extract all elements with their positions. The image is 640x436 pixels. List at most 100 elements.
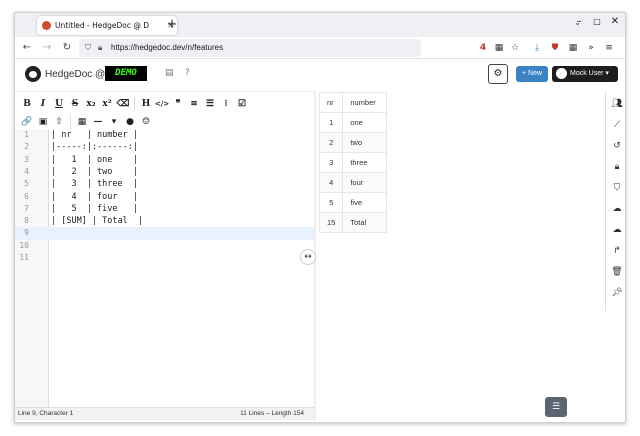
- url-text: https://hedgedoc.dev/n/features: [111, 43, 224, 52]
- gear-icon: ⚙: [493, 68, 503, 79]
- code-line[interactable]: 5 | 3 | three |: [15, 178, 314, 190]
- table-row: 4 four: [318, 172, 388, 193]
- italic-button[interactable]: I: [35, 96, 51, 112]
- ordered-list-button[interactable]: ☰: [202, 96, 218, 112]
- horizontal-rule-button[interactable]: —: [90, 114, 106, 130]
- code-line[interactable]: 2 |-----:|:------:|: [15, 141, 314, 153]
- line-number: 2: [24, 142, 29, 152]
- brand-name[interactable]: HedgeDoc @: [45, 69, 105, 80]
- line-number: 4: [24, 166, 29, 176]
- pin-icon[interactable]: 📌︎: [607, 283, 625, 303]
- line-number: 3: [24, 154, 29, 164]
- heading-button[interactable]: H: [138, 96, 154, 112]
- code-line[interactable]: 8 | [SUM] | Total |: [15, 215, 314, 227]
- hamburger-menu-icon[interactable]: ≡: [603, 41, 615, 55]
- subscript-button[interactable]: x₂: [83, 96, 99, 112]
- ublock-icon[interactable]: ⛊: [549, 41, 561, 55]
- checklist-button[interactable]: ☑: [234, 96, 250, 112]
- share-icon[interactable]: ↱: [607, 241, 625, 261]
- unordered-list-button[interactable]: ≡: [186, 96, 202, 112]
- code-editor[interactable]: 1 | nr | number | 2 |-----:|:------:| 3 | 1…: [15, 129, 314, 412]
- code-line[interactable]: 11: [15, 252, 314, 264]
- code-line[interactable]: 6 | 4 | four |: [15, 191, 314, 203]
- tags-icon[interactable]: ⛉: [607, 178, 625, 198]
- users-icon[interactable]: 👥︎: [607, 94, 625, 114]
- strikethrough-button[interactable]: S: [67, 96, 83, 112]
- table-cell: 3: [318, 152, 344, 173]
- download-icon[interactable]: ⤓: [531, 41, 543, 55]
- reload-icon[interactable]: ↻: [59, 40, 75, 56]
- avatar: [556, 67, 567, 79]
- sidebar-rail: 👥︎ ⟋ ↺ 🔒︎ ⛉ ☁ ☁ ↱ 🗑︎ 📌︎: [605, 91, 625, 311]
- maximize-icon[interactable]: □: [589, 17, 605, 26]
- code-button[interactable]: </>: [154, 96, 170, 112]
- line-text: | nr | number |: [51, 130, 138, 140]
- superscript-button[interactable]: x²: [99, 96, 115, 112]
- indent-button[interactable]: ⁝: [218, 96, 234, 112]
- code-line[interactable]: 3 | 1 | one |: [15, 154, 314, 166]
- extensions-grid-icon[interactable]: ▦: [493, 41, 505, 55]
- settings-button[interactable]: ⚙: [488, 64, 508, 84]
- rendered-table: nr number 1 one 2 two 3 three 4 four 5 five 1…: [318, 92, 388, 233]
- eraser-button[interactable]: ⌫: [115, 96, 131, 112]
- table-row: 2 two: [318, 132, 388, 153]
- plus-icon: +: [521, 70, 527, 77]
- extension-badge-icon[interactable]: 4: [477, 41, 489, 55]
- new-tab-button[interactable]: +: [165, 17, 179, 33]
- line-number: 10: [19, 240, 29, 250]
- line-number: 1: [24, 130, 29, 139]
- toolbar-divider: [70, 115, 71, 129]
- split-resize-handle[interactable]: ↔: [300, 249, 316, 265]
- quote-button[interactable]: ❞: [170, 96, 186, 112]
- code-line[interactable]: 4 | 2 | two |: [15, 166, 314, 178]
- underline-button[interactable]: U: [51, 96, 67, 112]
- code-line[interactable]: 10: [15, 240, 314, 252]
- table-row: 3 three: [318, 152, 388, 173]
- history-icon[interactable]: ↺: [607, 136, 625, 156]
- table-cell: two: [342, 132, 388, 153]
- containers-icon[interactable]: ▦: [567, 41, 579, 55]
- lock-icon: 🔒︎: [98, 43, 103, 52]
- cloud-upload-icon[interactable]: ☁: [607, 199, 625, 219]
- line-text: | 2 | two |: [51, 166, 138, 177]
- document-icon[interactable]: ▤: [165, 68, 174, 78]
- code-line[interactable]: 7 | 5 | five |: [15, 203, 314, 215]
- link-button[interactable]: 🔗: [19, 114, 35, 130]
- back-icon[interactable]: ←: [19, 40, 35, 56]
- bold-button[interactable]: B: [19, 96, 35, 112]
- comment-button[interactable]: ●: [122, 114, 138, 130]
- line-number: 9: [24, 228, 29, 238]
- trash-icon[interactable]: 🗑︎: [607, 262, 625, 282]
- user-menu-button[interactable]: Mock User ▾: [552, 66, 618, 82]
- preview-pane: nr number 1 one 2 two 3 three 4 four 5 five 1…: [316, 91, 604, 420]
- forward-icon[interactable]: →: [39, 40, 55, 56]
- window-close-icon[interactable]: ✕: [607, 16, 623, 27]
- browser-tab[interactable]: Untitled - HedgeDoc @ D ✕: [37, 16, 177, 35]
- line-number: 6: [24, 191, 29, 201]
- lock-icon[interactable]: 🔒︎: [607, 157, 625, 177]
- cloud-download-icon[interactable]: ☁: [607, 220, 625, 240]
- navigation-bar: ← → ↻ ⛉ 🔒︎ https://hedgedoc.dev/n/featur…: [15, 37, 625, 59]
- new-note-button[interactable]: + New: [516, 66, 548, 82]
- table-of-contents-button[interactable]: ☰: [545, 397, 567, 417]
- table-cell: five: [342, 192, 388, 213]
- line-text: | 3 | three |: [51, 179, 138, 190]
- table-cell: 4: [318, 172, 344, 193]
- address-bar[interactable]: ⛉ 🔒︎ https://hedgedoc.dev/n/features: [79, 39, 421, 57]
- overflow-chevrons-icon[interactable]: »: [585, 41, 597, 55]
- code-line-active[interactable]: 9: [15, 227, 314, 240]
- bookmark-star-icon[interactable]: ☆: [509, 41, 521, 55]
- upload-button[interactable]: ⇧: [51, 114, 67, 130]
- table-cell: 15: [318, 212, 344, 233]
- help-icon[interactable]: ?: [185, 68, 190, 78]
- hedgedoc-logo-icon[interactable]: [25, 66, 41, 82]
- collapsible-block-button[interactable]: ▾: [106, 114, 122, 130]
- table-button[interactable]: ▦: [74, 114, 90, 130]
- image-button[interactable]: ▣: [35, 114, 51, 130]
- editor-pane: B I U S x₂ x² ⌫ H </> ❞ ≡ ☰ ⁝ ☑ 🔗 ▣ ⇧ ▦ …: [15, 91, 314, 412]
- line-text: | 1 | one |: [51, 154, 138, 165]
- minimize-icon[interactable]: –: [571, 16, 587, 27]
- code-line[interactable]: 1 | nr | number |: [15, 129, 314, 141]
- emoji-button[interactable]: ☺: [138, 114, 154, 130]
- chart-line-icon[interactable]: ⟋: [607, 115, 625, 135]
